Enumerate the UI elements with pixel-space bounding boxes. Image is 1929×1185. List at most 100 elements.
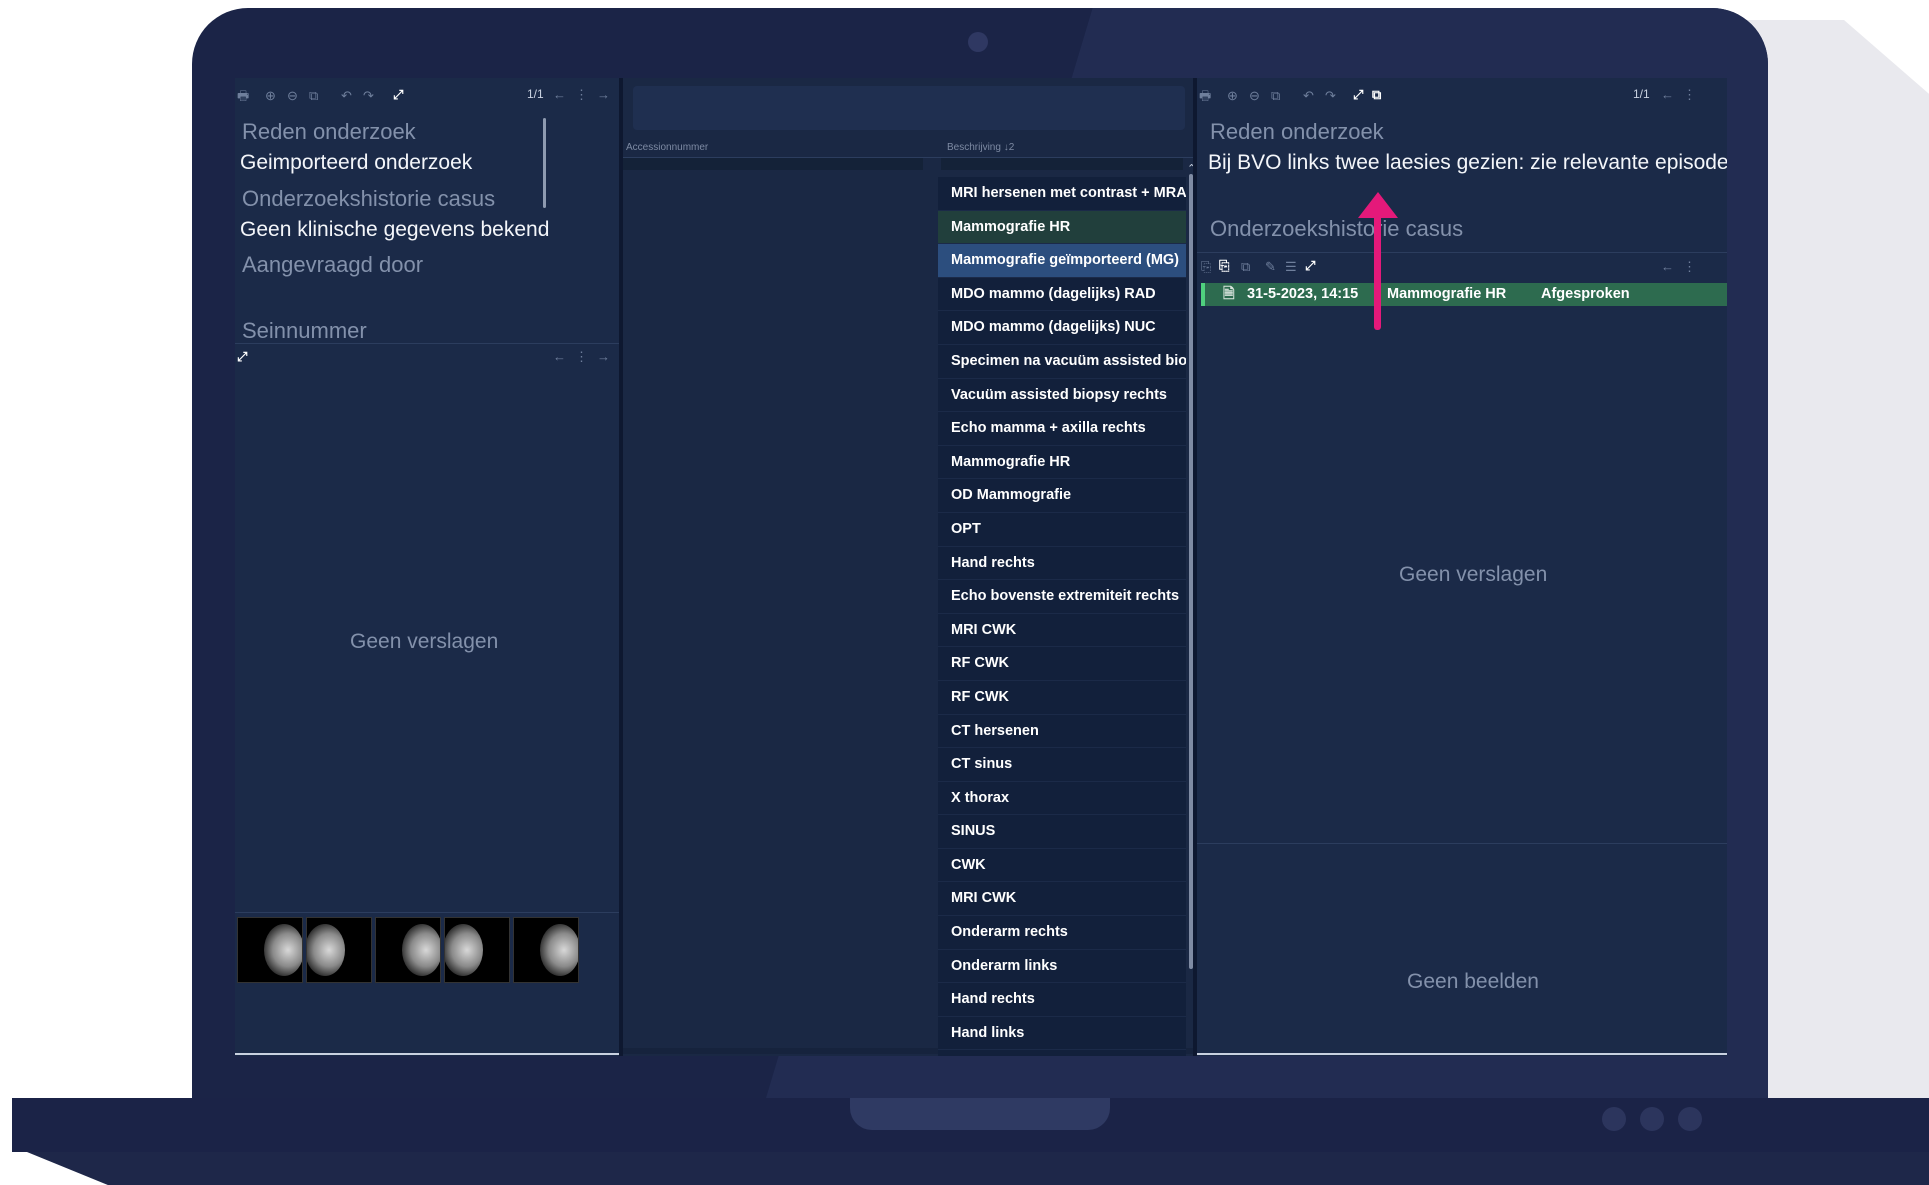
indicator-dot <box>1640 1107 1664 1131</box>
zoom-out-icon[interactable]: ⊖ <box>287 88 298 104</box>
pager-label: Seinnummer <box>242 318 367 343</box>
reports-empty-text: Geen verslagen <box>350 630 499 653</box>
webcam <box>968 32 988 52</box>
rotate-right-icon[interactable]: ↷ <box>363 88 374 104</box>
list-item[interactable]: Echo mamma + axilla rechts <box>938 412 1186 446</box>
print-icon[interactable]: 🖶 <box>1199 88 1211 104</box>
copy-icon[interactable]: ⎘ <box>1201 259 1211 275</box>
list-item[interactable]: X thorax <box>938 781 1186 816</box>
expand-icon[interactable]: ⤢ <box>1353 87 1363 103</box>
rotate-right-icon[interactable]: ↷ <box>1325 88 1336 104</box>
search-input[interactable] <box>633 86 1185 130</box>
add-document-icon[interactable]: ⎘ <box>1219 258 1229 274</box>
more-icon[interactable]: ⋮ <box>575 349 588 365</box>
divider <box>1197 252 1727 253</box>
list-item[interactable]: Hand links <box>938 1016 1186 1051</box>
list-item[interactable]: CWK <box>938 848 1186 883</box>
list-item[interactable]: MRI CWK <box>938 882 1186 917</box>
list-item[interactable]: Specimen na vacuüm assisted biopsy <box>938 344 1186 379</box>
list-item[interactable]: Hand rechts <box>938 546 1186 581</box>
rotate-left-icon[interactable]: ↶ <box>341 88 352 104</box>
page-counter: 1/1 <box>527 87 544 101</box>
zoom-in-icon[interactable]: ⊕ <box>265 88 276 104</box>
info-scrollbar[interactable] <box>543 118 546 208</box>
document-icon: 🗎 <box>1223 286 1235 302</box>
episode-description: Mammografie HR <box>1387 286 1507 302</box>
reports-empty-text: Geen verslagen <box>1399 563 1548 586</box>
laptop-notch <box>850 1098 1110 1130</box>
list-item[interactable]: Echo bovenste extremiteit rechts <box>938 580 1186 614</box>
annotation-arrow-head <box>1358 192 1398 218</box>
left-panel: 🖶 ⊕ ⊖ ⧉ ↶ ↷ ⤢ 1/1 ← ⋮ → Reden onderzoek … <box>235 78 619 1056</box>
bottom-border <box>235 1053 619 1055</box>
table-row[interactable] <box>623 158 923 170</box>
external-link-icon[interactable]: ⧉ <box>1372 87 1381 103</box>
episode-datetime: 31-5-2023, 14:15 <box>1247 286 1359 302</box>
reason-value: Bij BVO links twee laesies gezien: zie r… <box>1208 151 1727 174</box>
prev-icon[interactable]: ← <box>553 87 566 103</box>
divider <box>235 912 619 913</box>
description-list: MRI hersenen met contrast + MRA Mammograf… <box>938 177 1186 1056</box>
reason-label: Reden onderzoek <box>1210 119 1384 144</box>
column-header-accession[interactable]: Accessionnummer <box>626 142 708 153</box>
list-item[interactable]: OD Mammografie <box>938 479 1186 513</box>
list-icon[interactable]: ☰ <box>1285 259 1297 275</box>
background-shadow <box>1740 20 1929 1150</box>
next-icon[interactable]: → <box>597 349 610 365</box>
fit-window-icon[interactable]: ⧉ <box>1271 88 1280 104</box>
app-screen: 🖶 ⊕ ⊖ ⧉ ↶ ↷ ⤢ 1/1 ← ⋮ → Reden onderzoek … <box>235 78 1727 1056</box>
list-item[interactable]: Mammografie HR <box>938 445 1186 480</box>
zoom-out-icon[interactable]: ⊖ <box>1249 88 1260 104</box>
list-item[interactable]: MDO mammo (dagelijks) NUC <box>938 311 1186 345</box>
column-header-description[interactable]: Beschrijving ↓2 <box>947 142 1014 153</box>
page-counter: 1/1 <box>1633 87 1650 101</box>
list-item[interactable]: MRI CWK <box>938 613 1186 648</box>
next-icon[interactable]: → <box>597 87 610 103</box>
thumbnail-image[interactable] <box>237 917 303 983</box>
list-item[interactable]: Hand rechts <box>938 983 1186 1017</box>
thumbnail-image[interactable] <box>375 917 441 983</box>
edit-icon[interactable]: ✎ <box>1265 259 1276 275</box>
indicator-dot <box>1602 1107 1626 1131</box>
history-label: Onderzoekshistorie casus <box>242 186 496 211</box>
bottom-border <box>1197 1053 1727 1055</box>
rotate-left-icon[interactable]: ↶ <box>1303 88 1314 104</box>
episode-status: Afgesproken <box>1541 286 1630 302</box>
episode-row[interactable]: 🗎 31-5-2023, 14:15 Mammografie HR Afgesp… <box>1201 283 1727 306</box>
print-icon[interactable]: 🖶 <box>237 88 249 104</box>
zoom-in-icon[interactable]: ⊕ <box>1227 88 1238 104</box>
list-item[interactable]: Mammografie geïmporteerd (MG) <box>938 244 1186 278</box>
duplicate-icon[interactable]: ⧉ <box>1241 259 1250 275</box>
table-row[interactable] <box>941 158 1183 170</box>
reason-value: Geimporteerd onderzoek <box>240 151 473 174</box>
images-empty-text: Geen beelden <box>1407 970 1539 993</box>
thumbnail-image[interactable] <box>513 917 579 983</box>
list-item[interactable]: MRI hersenen met contrast + MRA <box>938 177 1186 211</box>
list-item[interactable]: CT hersenen <box>938 714 1186 749</box>
expand-icon[interactable]: ⤢ <box>237 349 247 365</box>
list-item[interactable]: Onderarm links <box>938 949 1186 984</box>
list-item[interactable]: OPT <box>938 512 1186 547</box>
prev-icon[interactable]: ← <box>1661 259 1674 275</box>
fit-window-icon[interactable]: ⧉ <box>309 88 318 104</box>
right-panel: 🖶 ⊕ ⊖ ⧉ ↶ ↷ ⤢ ⧉ 1/1 ← ⋮ Reden onderzoek … <box>1197 78 1727 1056</box>
requested-by-label: Aangevraagd door <box>242 252 424 277</box>
list-item[interactable]: RF CWK <box>938 647 1186 681</box>
more-icon[interactable]: ⋮ <box>1683 259 1696 275</box>
thumbnail-image[interactable] <box>306 917 372 983</box>
expand-icon[interactable]: ⤢ <box>393 87 403 103</box>
more-icon[interactable]: ⋮ <box>575 87 588 103</box>
prev-icon[interactable]: ← <box>553 349 566 365</box>
list-item[interactable]: Mammografie HR <box>938 210 1186 245</box>
list-item[interactable]: CT sinus <box>938 748 1186 782</box>
more-icon[interactable]: ⋮ <box>1683 87 1696 103</box>
expand-icon[interactable]: ⤢ <box>1305 258 1315 274</box>
thumbnail-image[interactable] <box>444 917 510 983</box>
list-item[interactable]: MDO mammo (dagelijks) RAD <box>938 277 1186 312</box>
list-item[interactable]: Onderarm rechts <box>938 916 1186 950</box>
prev-icon[interactable]: ← <box>1661 87 1674 103</box>
list-item[interactable]: SINUS <box>938 815 1186 849</box>
list-item[interactable]: RF CWK <box>938 680 1186 715</box>
list-item[interactable]: Vacuüm assisted biopsy rechts <box>938 378 1186 413</box>
list-item[interactable]: Hand rechts <box>938 1050 1186 1056</box>
